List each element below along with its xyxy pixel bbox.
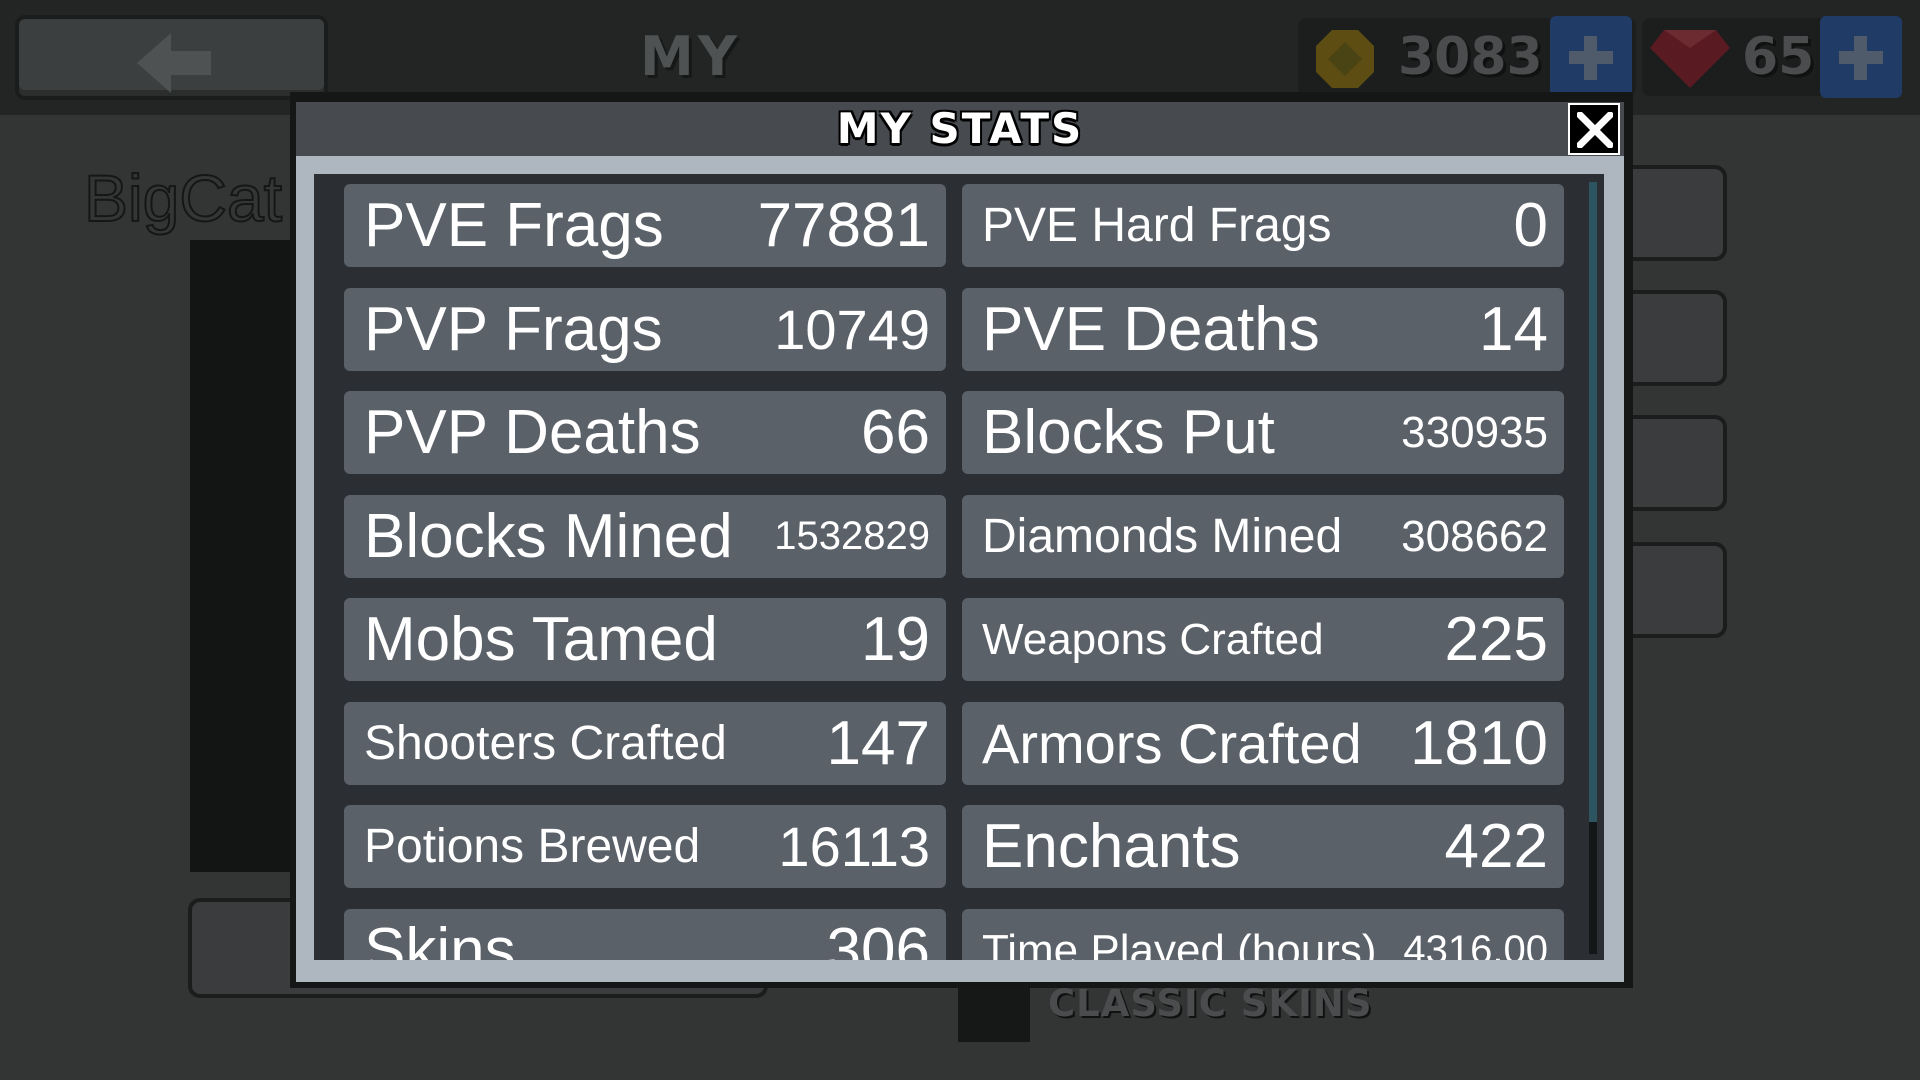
- stat-label: PVP Frags: [364, 295, 663, 364]
- stat-value: 16113: [778, 815, 930, 878]
- buy-gems-button[interactable]: [1820, 16, 1902, 98]
- stats-list[interactable]: PVE Frags 77881 PVE Hard Frags 0 PVP Fra…: [314, 174, 1604, 960]
- coin-icon: [1316, 30, 1374, 88]
- stat-value: 0: [1513, 191, 1548, 260]
- gems-display: 65: [1642, 18, 1832, 96]
- character-preview: [190, 240, 300, 872]
- stat-value: 422: [1444, 812, 1548, 881]
- stat-label: Skins: [364, 916, 516, 960]
- stat-label: PVP Deaths: [364, 398, 701, 467]
- stat-armors-crafted: Armors Crafted 1810: [962, 702, 1564, 785]
- stat-label: Shooters Crafted: [364, 717, 727, 770]
- modal-header: MY STATS: [296, 102, 1624, 156]
- stat-label: Armors Crafted: [982, 712, 1362, 775]
- stat-pvp-frags: PVP Frags 10749: [344, 288, 946, 371]
- close-button[interactable]: [1568, 103, 1620, 155]
- stat-enchants: Enchants 422: [962, 805, 1564, 888]
- stat-value: 306: [826, 916, 930, 960]
- stat-blocks-mined: Blocks Mined 1532829: [344, 495, 946, 578]
- stat-label: Time Played (hours): [982, 926, 1377, 960]
- classic-skins-icon: [958, 980, 1030, 1042]
- stat-label: Blocks Mined: [364, 502, 733, 571]
- stat-label: Blocks Put: [982, 398, 1275, 467]
- stat-value: 77881: [757, 191, 930, 260]
- stat-pve-frags: PVE Frags 77881: [344, 184, 946, 267]
- stat-label: Weapons Crafted: [982, 615, 1324, 664]
- stat-value: 147: [826, 709, 930, 778]
- back-button[interactable]: [15, 15, 328, 100]
- back-arrow-icon: [137, 33, 211, 93]
- stat-value: 19: [861, 605, 930, 674]
- buy-coins-button[interactable]: [1550, 16, 1632, 98]
- gem-icon: [1650, 30, 1730, 88]
- stat-mobs-tamed: Mobs Tamed 19: [344, 598, 946, 681]
- stat-skins: Skins 306: [344, 909, 946, 960]
- stat-label: Mobs Tamed: [364, 605, 718, 674]
- stat-label: PVE Hard Frags: [982, 199, 1332, 252]
- stat-value: 66: [861, 398, 930, 467]
- stat-label: PVE Frags: [364, 191, 664, 260]
- stat-value: 1810: [1410, 709, 1548, 778]
- stat-blocks-put: Blocks Put 330935: [962, 391, 1564, 474]
- stat-potions-brewed: Potions Brewed 16113: [344, 805, 946, 888]
- classic-skins-label[interactable]: CLASSIC SKINS: [1048, 982, 1373, 1025]
- scrollbar-thumb[interactable]: [1589, 182, 1597, 822]
- stat-label: Enchants: [982, 812, 1241, 881]
- stat-label: PVE Deaths: [982, 295, 1320, 364]
- modal-title: MY STATS: [836, 104, 1084, 153]
- close-icon: [1577, 112, 1613, 148]
- stat-label: Potions Brewed: [364, 820, 701, 873]
- scrollbar[interactable]: [1589, 182, 1597, 954]
- player-name: BigCat: [83, 160, 283, 236]
- stat-value: 10749: [774, 298, 930, 361]
- page-title: MY PROFILE: [640, 25, 919, 158]
- stat-pve-hard-frags: PVE Hard Frags 0: [962, 184, 1564, 267]
- stat-value: 308662: [1401, 512, 1548, 561]
- stat-diamonds-mined: Diamonds Mined 308662: [962, 495, 1564, 578]
- stats-modal: MY STATS PVE Frags 77881 PVE Hard Frags …: [296, 102, 1624, 982]
- stat-value: 225: [1444, 605, 1548, 674]
- stat-shooters-crafted: Shooters Crafted 147: [344, 702, 946, 785]
- stat-value: 4316.00: [1403, 928, 1548, 960]
- stat-weapons-crafted: Weapons Crafted 225: [962, 598, 1564, 681]
- stat-value: 14: [1479, 295, 1548, 364]
- stat-time-played: Time Played (hours) 4316.00: [962, 909, 1564, 960]
- stat-value: 1532829: [774, 514, 930, 558]
- stat-value: 330935: [1401, 408, 1548, 457]
- stat-label: Diamonds Mined: [982, 510, 1343, 563]
- stat-pve-deaths: PVE Deaths 14: [962, 288, 1564, 371]
- coins-value: 3083: [1398, 27, 1543, 87]
- gems-value: 65: [1742, 27, 1815, 87]
- stat-pvp-deaths: PVP Deaths 66: [344, 391, 946, 474]
